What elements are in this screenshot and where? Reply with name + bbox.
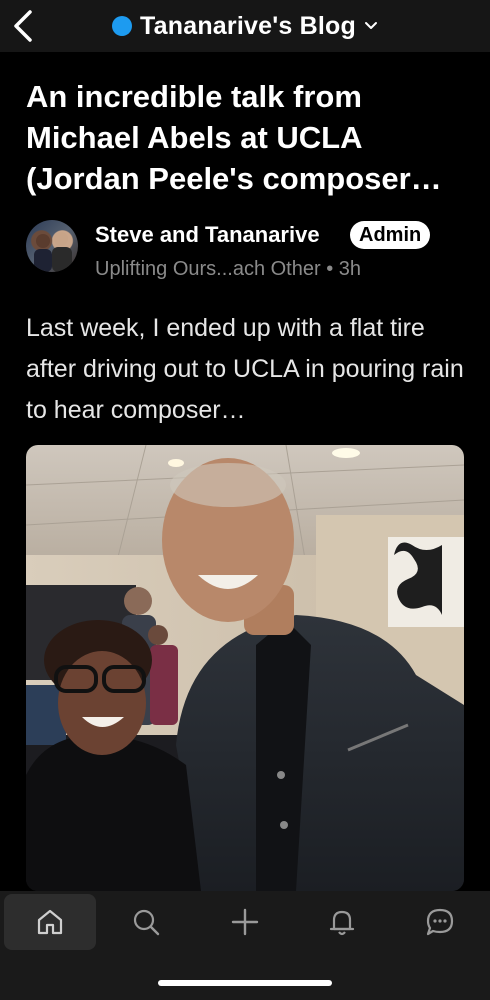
chevron-down-icon	[364, 22, 377, 29]
post-image[interactable]	[26, 445, 464, 891]
blog-dot-icon	[112, 16, 133, 36]
top-bar: Tananarive's Blog	[0, 0, 490, 52]
meta-separator: •	[326, 258, 334, 280]
nav-search[interactable]	[100, 894, 192, 950]
chat-icon	[426, 908, 454, 936]
search-icon	[133, 909, 160, 936]
post-time: 3h	[338, 258, 362, 280]
avatar-photo-icon	[34, 232, 72, 272]
post-meta: Uplifting Ours...ach Other • 3h	[95, 258, 361, 281]
nav-chat[interactable]	[394, 894, 486, 950]
bell-icon	[329, 910, 355, 936]
blog-switcher[interactable]: Tananarive's Blog	[0, 10, 490, 42]
photo-scene	[26, 445, 464, 891]
author-row: Steve and Tananarive Admin Uplifting Our…	[26, 220, 476, 280]
plus-icon	[231, 908, 259, 936]
blog-name: Tananarive's Blog	[140, 11, 356, 40]
admin-badge: Admin	[350, 221, 431, 249]
avatar[interactable]	[26, 220, 78, 272]
home-indicator	[158, 980, 332, 986]
post-excerpt[interactable]: Last week, I ended up with a flat tire a…	[26, 308, 466, 431]
home-icon	[37, 909, 63, 935]
nav-create[interactable]	[199, 894, 291, 950]
community-name[interactable]: Uplifting Ours...ach Other	[95, 258, 321, 280]
author-name[interactable]: Steve and Tananarive	[95, 222, 320, 248]
nav-notifications[interactable]	[296, 894, 388, 950]
nav-home[interactable]	[4, 894, 96, 950]
post-title[interactable]: An incredible talk from Michael Abels at…	[26, 76, 476, 199]
